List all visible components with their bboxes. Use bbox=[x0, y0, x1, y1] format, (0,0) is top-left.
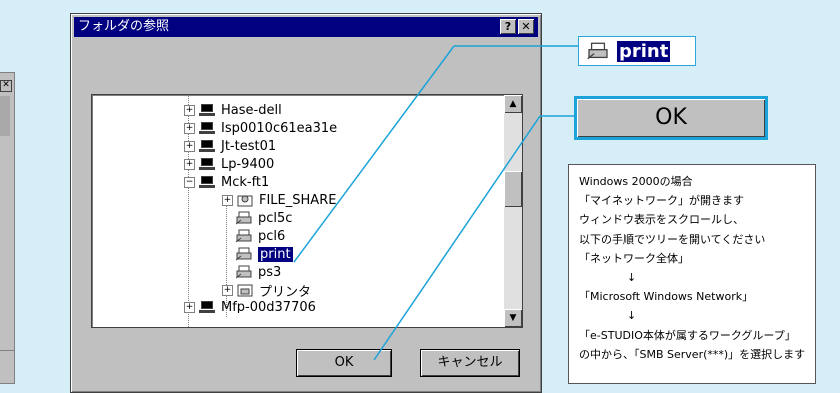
ok-connector-line bbox=[373, 115, 541, 361]
note-line: 「マイネットワーク」が開きます bbox=[579, 194, 744, 208]
print-callout-label: print bbox=[617, 40, 671, 62]
instruction-note: Windows 2000の場合 「マイネットワーク」が開きます ウィンドウ表示を… bbox=[568, 164, 816, 384]
note-line: ウィンドウ表示をスクロールし、 bbox=[579, 213, 744, 227]
note-arrow: ↓ bbox=[627, 271, 637, 285]
note-line: 以下の手順でツリーを開いてください bbox=[579, 232, 766, 246]
print-callout: print bbox=[578, 36, 696, 66]
note-arrow: ↓ bbox=[627, 309, 637, 323]
note-line: の中から、「SMB Server(***)」を選択します bbox=[579, 347, 806, 361]
print-connector-line bbox=[293, 45, 455, 263]
ok-callout: OK bbox=[574, 96, 768, 140]
note-line: 「e-STUDIO本体が属するワークグループ」 bbox=[579, 328, 796, 342]
ok-callout-label: OK bbox=[577, 99, 765, 137]
note-line: 「ネットワーク全体」 bbox=[579, 251, 689, 265]
note-line: Windows 2000の場合 bbox=[579, 175, 693, 188]
printer-icon bbox=[587, 42, 608, 60]
note-line: 「Microsoft Windows Network」 bbox=[579, 290, 754, 304]
